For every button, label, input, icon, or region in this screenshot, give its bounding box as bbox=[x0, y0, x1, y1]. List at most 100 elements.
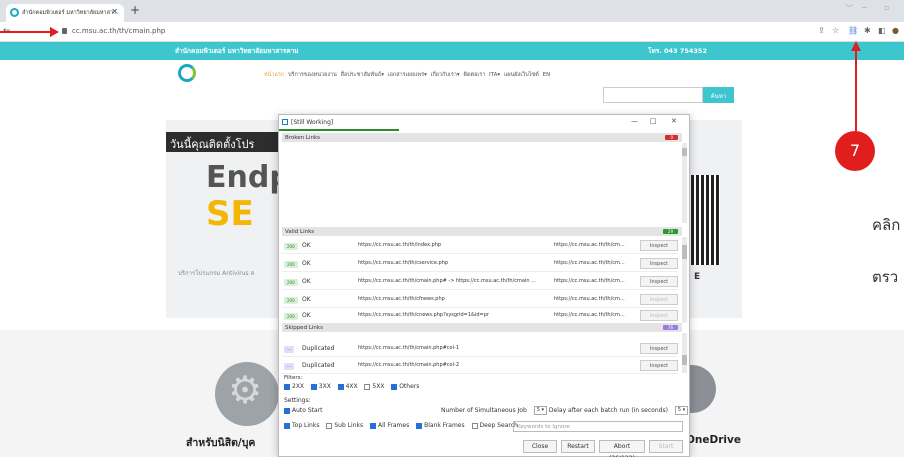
new-tab-button[interactable]: + bbox=[130, 3, 140, 17]
link-url[interactable]: https://cc.msu.ac.th/th/cnews.php?sysgri… bbox=[358, 312, 489, 318]
source-url[interactable]: https://cc.msu.ac.th/th/cm... bbox=[554, 296, 625, 302]
deep-search-checkbox[interactable] bbox=[471, 422, 478, 429]
nav-home[interactable]: หน้าแรก bbox=[264, 72, 284, 78]
filter-2xx-label: 2XX bbox=[292, 383, 305, 390]
inspect-button[interactable]: Inspect bbox=[640, 294, 678, 305]
inspect-button[interactable]: Inspect bbox=[640, 343, 678, 354]
skipped-links-label: Skipped Links bbox=[285, 325, 323, 331]
link-url[interactable]: https://cc.msu.ac.th/th/cmain.php#col-1 bbox=[358, 345, 459, 351]
inspect-button[interactable]: Inspect bbox=[640, 240, 678, 251]
minimize-icon[interactable]: ﹀ bbox=[845, 3, 853, 14]
source-url[interactable]: https://cc.msu.ac.th/th/cm... bbox=[554, 242, 625, 248]
table-row: --- Duplicated https://cc.msu.ac.th/th/c… bbox=[282, 341, 678, 357]
gear-service-icon[interactable] bbox=[215, 362, 279, 426]
annotation-arrow-line bbox=[0, 31, 52, 33]
abort-button[interactable]: Abort (36/122) bbox=[599, 440, 645, 457]
banner-big-text-2: SE bbox=[206, 194, 254, 234]
banner-right-letter: E bbox=[694, 272, 701, 282]
broken-count-badge: 0 bbox=[665, 135, 678, 140]
skipped-scrollbar[interactable] bbox=[682, 333, 687, 373]
inspect-button[interactable]: Inspect bbox=[640, 276, 678, 287]
blank-frames-checkbox[interactable] bbox=[416, 422, 423, 429]
link-url[interactable]: https://cc.msu.ac.th/th/cmain.php#col-2 bbox=[358, 362, 459, 368]
sidepanel-icon[interactable]: ◧ bbox=[878, 26, 886, 35]
valid-scrollbar[interactable] bbox=[682, 237, 687, 323]
tab-close-icon[interactable]: ✕ bbox=[111, 7, 118, 16]
broken-links-label: Broken Links bbox=[285, 135, 321, 141]
inspect-button[interactable]: Inspect bbox=[640, 310, 678, 321]
extension-window-icon bbox=[282, 119, 288, 125]
inspect-button[interactable]: Inspect bbox=[640, 360, 678, 371]
table-row: 200 OK https://cc.msu.ac.th/th/cmain.php… bbox=[282, 274, 678, 290]
status-code: 200 bbox=[284, 243, 298, 250]
banner-footnote: บริการโปรแกรม Antivirus ส bbox=[178, 270, 255, 277]
status-code: --- bbox=[284, 363, 295, 370]
all-frames-checkbox[interactable] bbox=[370, 422, 377, 429]
keywords-ignore-input[interactable]: Keywords to Ignore bbox=[513, 421, 683, 432]
extensions-puzzle-icon[interactable]: ✱ bbox=[864, 26, 871, 35]
top-links-checkbox[interactable] bbox=[284, 422, 290, 429]
lock-icon[interactable] bbox=[62, 28, 67, 34]
restart-button[interactable]: Restart bbox=[561, 440, 595, 453]
filter-4xx-checkbox[interactable] bbox=[337, 383, 344, 390]
simultaneous-select[interactable]: 5 ▾ bbox=[533, 406, 547, 415]
url-field[interactable]: cc.msu.ac.th/th/cmain.php bbox=[72, 27, 165, 35]
inspect-button[interactable]: Inspect bbox=[640, 258, 678, 269]
broken-scrollbar[interactable] bbox=[682, 143, 687, 223]
site-logo-icon[interactable] bbox=[178, 64, 196, 82]
filters-panel: Filters: 2XX 3XX 4XX 5XX Others bbox=[284, 375, 424, 390]
status-text: OK bbox=[302, 278, 311, 285]
link-url[interactable]: https://cc.msu.ac.th/th/cmain.php# -> ht… bbox=[358, 278, 536, 284]
site-top-bar: สำนักคอมพิวเตอร์ มหาวิทยาลัยมหาสารคาม โท… bbox=[0, 42, 904, 60]
service-label-onedrive[interactable]: OneDrive bbox=[686, 434, 741, 446]
valid-count-badge: 29 bbox=[662, 229, 678, 234]
filter-others-label: Others bbox=[399, 383, 420, 390]
scan-progress-bar bbox=[279, 129, 399, 131]
source-url[interactable]: https://cc.msu.ac.th/th/cm... bbox=[554, 260, 625, 266]
site-search-button[interactable]: ค้นหา bbox=[703, 87, 734, 103]
delay-select[interactable]: 5 ▾ bbox=[674, 406, 689, 415]
filter-3xx-label: 3XX bbox=[318, 383, 331, 390]
start-button[interactable]: Start bbox=[649, 440, 683, 453]
annotation-arrow-head-icon bbox=[50, 27, 59, 37]
link-url[interactable]: https://cc.msu.ac.th/th/cfnews.php bbox=[358, 296, 445, 302]
filter-others-checkbox[interactable] bbox=[391, 383, 398, 390]
filter-3xx-checkbox[interactable] bbox=[310, 383, 317, 390]
filters-label: Filters: bbox=[284, 375, 303, 381]
bookmark-star-icon[interactable]: ☆ bbox=[832, 26, 839, 35]
close-button[interactable]: Close bbox=[523, 440, 557, 453]
table-row: 200 OK https://cc.msu.ac.th/th/cfnews.ph… bbox=[282, 292, 678, 308]
status-text: OK bbox=[302, 312, 311, 319]
share-icon[interactable]: ⇪ bbox=[818, 26, 825, 35]
site-search-input[interactable] bbox=[603, 87, 703, 103]
nav-items[interactable]: บริการของหน่วยงาน สื่อประชาสัมพันธ์▾ เอก… bbox=[288, 72, 550, 78]
popup-minimize-icon[interactable]: — bbox=[631, 117, 638, 125]
simultaneous-value: 5 bbox=[536, 407, 540, 413]
sub-links-label: Sub Links bbox=[334, 422, 364, 429]
popup-maximize-icon[interactable]: □ bbox=[650, 117, 657, 125]
source-url[interactable]: https://cc.msu.ac.th/th/cm... bbox=[554, 312, 625, 318]
window-min-icon[interactable]: ─ bbox=[862, 3, 867, 12]
link-checker-extension-icon[interactable]: ⛓ bbox=[848, 26, 858, 35]
link-url[interactable]: https://cc.msu.ac.th/th/cservice.php bbox=[358, 260, 448, 266]
profile-avatar-icon[interactable]: ● bbox=[892, 26, 899, 35]
link-url[interactable]: https://cc.msu.ac.th/th/index.php bbox=[358, 242, 441, 248]
filter-5xx-checkbox[interactable] bbox=[364, 383, 371, 390]
filter-2xx-checkbox[interactable] bbox=[284, 383, 290, 390]
popup-close-icon[interactable]: ✕ bbox=[671, 117, 677, 125]
table-row: --- Duplicated https://cc.msu.ac.th/th/c… bbox=[282, 358, 678, 374]
valid-links-label: Valid Links bbox=[285, 229, 315, 235]
status-code: --- bbox=[284, 346, 295, 353]
valid-links-header: Valid Links 29 bbox=[282, 227, 682, 236]
sub-links-checkbox[interactable] bbox=[326, 422, 333, 429]
table-row: 200 OK https://cc.msu.ac.th/th/cnews.php… bbox=[282, 308, 678, 324]
service-label-students[interactable]: สำหรับนิสิต/บุค bbox=[186, 434, 255, 451]
source-url[interactable]: https://cc.msu.ac.th/th/cm... bbox=[554, 278, 625, 284]
maximize-icon[interactable]: ▫ bbox=[884, 3, 889, 12]
instruction-text-1: คลิก bbox=[872, 216, 901, 234]
skipped-count-badge: 76 bbox=[662, 325, 678, 330]
browser-tab[interactable]: สำนักคอมพิวเตอร์ มหาวิทยาลัยมหาสา... ✕ bbox=[6, 4, 124, 22]
banner-headline: วันนี้คุณติดตั้งโปร bbox=[166, 132, 278, 152]
delay-label: Delay after each batch run (in seconds) bbox=[548, 407, 668, 414]
auto-start-checkbox[interactable] bbox=[284, 407, 290, 414]
